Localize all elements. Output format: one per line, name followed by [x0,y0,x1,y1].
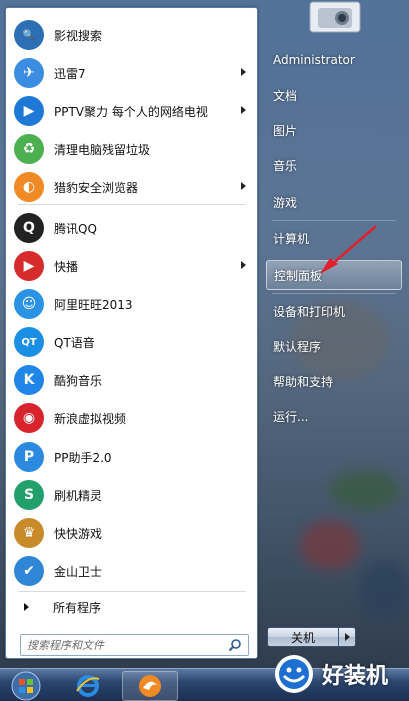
program-label: 新浪虚拟视频 [54,411,127,426]
program-item[interactable]: P PP助手2.0 [8,438,256,476]
user-picture-icon[interactable] [306,0,364,36]
program-item[interactable]: 🔍 影视搜索 [8,16,256,54]
right-menu-item[interactable]: 文档 [266,80,402,110]
program-label: 迅雷7 [54,66,86,81]
qq-icon: Q [14,213,44,243]
right-menu-item[interactable]: 默认程序 [266,331,402,361]
program-item[interactable]: Q 腾讯QQ [8,209,256,247]
program-item[interactable]: ♛ 快快游戏 [8,514,256,552]
programs-pane: 🔍 影视搜索 ✈ 迅雷7 ▶ PPTV聚力 每个人的网络电视 ♻ 清理电脑残留垃圾 ◐ 猎豹安全浏… [5,7,258,659]
program-item[interactable]: ✈ 迅雷7 [8,54,256,92]
submenu-arrow-icon [241,106,246,114]
search-box[interactable] [20,634,249,656]
kuaibo-icon: ▶ [14,251,44,281]
xunlei-icon: ✈ [14,58,44,88]
start-menu: 🔍 影视搜索 ✈ 迅雷7 ▶ PPTV聚力 每个人的网络电视 ♻ 清理电脑残留垃圾 ◐ 猎豹安全浏… [0,0,409,668]
submenu-arrow-icon [241,182,246,190]
taskbar-ie-button[interactable] [68,671,108,701]
program-label: 刷机精灵 [54,488,103,503]
internet-explorer-icon [76,675,100,697]
cheetah-browser-icon: ◐ [14,172,44,202]
program-item[interactable]: K 酷狗音乐 [8,361,256,399]
windows-orb-icon [11,671,41,701]
program-label: PPTV聚力 每个人的网络电视 [54,104,208,119]
program-item[interactable]: ☺ 阿里旺旺2013 [8,285,256,323]
all-programs-label: 所有程序 [53,600,102,615]
shuaji-icon: S [14,480,44,510]
program-label: 快播 [54,259,79,274]
program-label: 影视搜索 [54,28,103,43]
program-item[interactable]: ✔ 金山卫士 [8,552,256,590]
watermark-text: 好装机 [322,663,389,689]
submenu-arrow-icon [241,261,246,269]
shutdown-label: 关机 [290,630,315,645]
expand-arrow-icon [24,603,29,611]
program-divider [18,204,246,205]
program-item[interactable]: ▶ PPTV聚力 每个人的网络电视 [8,92,256,130]
program-label: PP助手2.0 [54,450,112,465]
aliwangwang-icon: ☺ [14,289,44,319]
start-button[interactable] [4,671,48,701]
taskbar-cheetah-button[interactable] [122,671,178,701]
right-menu-item[interactable]: 游戏 [266,187,402,217]
shutdown-options-button[interactable] [338,627,356,647]
pptv-icon: ▶ [14,96,44,126]
annotation-arrow-icon [320,225,377,274]
cheetah-browser-icon [139,675,161,697]
program-label: 阿里旺旺2013 [54,297,133,312]
pp-assistant-icon: P [14,442,44,472]
right-divider [272,293,396,294]
user-name-link[interactable]: Administrator [266,45,402,75]
recycle-icon: ♻ [14,134,44,164]
right-divider [272,220,396,221]
program-item[interactable]: S 刷机精灵 [8,476,256,514]
program-label: 酷狗音乐 [54,373,103,388]
program-label: 腾讯QQ [54,221,97,236]
qt-voice-icon: QT [14,327,44,357]
watermark-logo-icon [275,654,313,693]
right-menu-item[interactable]: 帮助和支持 [266,366,402,396]
chevron-right-icon [344,633,350,641]
right-menu-item[interactable]: 图片 [266,115,402,145]
program-label: 快快游戏 [54,526,103,541]
submenu-arrow-icon [241,68,246,76]
right-menu-item[interactable]: 音乐 [266,150,402,180]
program-item[interactable]: QT QT语音 [8,323,256,361]
sina-icon: ◉ [14,403,44,433]
program-divider [18,591,246,592]
program-item[interactable]: ◉ 新浪虚拟视频 [8,399,256,437]
shutdown-button[interactable]: 关机 [267,627,339,647]
watermark: 好装机 [272,646,409,701]
program-item[interactable]: ♻ 清理电脑残留垃圾 [8,130,256,168]
right-menu-item[interactable]: 运行... [266,401,402,431]
program-label: 猎豹安全浏览器 [54,180,139,195]
kugou-icon: K [14,365,44,395]
search-icon[interactable] [228,638,242,652]
kuaikuai-game-icon: ♛ [14,518,44,548]
movie-search-icon: 🔍 [14,20,44,50]
program-item[interactable]: ▶ 快播 [8,247,256,285]
program-label: 金山卫士 [54,564,103,579]
program-label: QT语音 [54,335,95,350]
program-item[interactable]: ◐ 猎豹安全浏览器 [8,168,256,206]
jinshan-shield-icon: ✔ [14,556,44,586]
right-menu-item[interactable]: 设备和打印机 [266,296,402,326]
program-label: 清理电脑残留垃圾 [54,142,151,157]
search-input[interactable] [21,635,221,655]
all-programs-button[interactable]: 所有程序 [18,596,101,618]
